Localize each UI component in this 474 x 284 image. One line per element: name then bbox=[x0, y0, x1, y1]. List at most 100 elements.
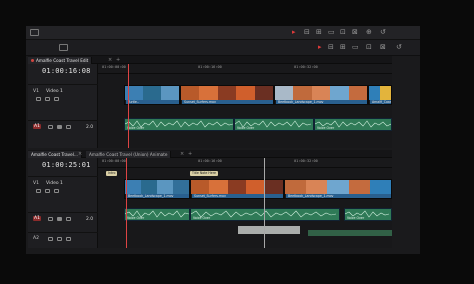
audio-clip[interactable]: Voice Over bbox=[314, 118, 392, 131]
close-tab-icon[interactable]: × bbox=[180, 151, 184, 157]
close-tab-icon[interactable]: × bbox=[108, 57, 112, 63]
clip-name: Voice Over bbox=[347, 216, 365, 220]
track-header-audio: A1 2.0 bbox=[28, 212, 98, 230]
audio-level: 2.0 bbox=[86, 217, 94, 222]
transform-icon[interactable]: ⊞ bbox=[316, 29, 322, 36]
secondary-toolbar: ▸ ⊟ ⊞ ▭ ⊡ ⊠ ↺ bbox=[26, 40, 420, 56]
video-clip[interactable]: Beetbook_Landscape_1.mov bbox=[284, 179, 392, 199]
record-icon-2[interactable]: ▸ bbox=[318, 44, 322, 51]
settings-icon[interactable]: ↺ bbox=[396, 44, 402, 51]
track-label: Video 1 bbox=[46, 181, 63, 186]
clip-name: Voice Over bbox=[127, 126, 145, 130]
audio-clip[interactable]: Voice Over bbox=[344, 208, 392, 221]
close-tab-icon[interactable]: × bbox=[78, 151, 82, 157]
record-icon[interactable]: ▸ bbox=[292, 29, 296, 36]
undo-icon[interactable]: ↺ bbox=[380, 29, 386, 36]
ruler-label: 01:00:00:00 bbox=[102, 159, 126, 163]
tab-timeline[interactable]: Amalfie Coast Travel Edit bbox=[28, 57, 93, 64]
audio-clip[interactable]: Voice Over bbox=[190, 208, 340, 221]
crop-icon[interactable]: ▭ bbox=[328, 29, 335, 36]
timeline-ruler[interactable]: 01:00:00:00 01:00:16:00 01:00:32:00 bbox=[98, 158, 392, 168]
playhead[interactable] bbox=[128, 64, 129, 148]
solo-icon[interactable] bbox=[57, 125, 62, 129]
adjust-icon[interactable]: ⊕ bbox=[366, 29, 372, 36]
audio-level: 2.0 bbox=[86, 125, 94, 130]
tab-label: Amalfie Coast Travel Edit bbox=[36, 58, 89, 63]
timeline-tabbar: Amalfie Coast Travel... × Amalfie Coast … bbox=[28, 150, 392, 158]
tab-label: Amalfie Coast Travel... bbox=[31, 152, 78, 157]
video-clip[interactable]: Beetbook_Landscape_1.mov bbox=[274, 85, 368, 105]
audio-clip[interactable]: Voice Over bbox=[124, 118, 234, 131]
marker-icon[interactable]: ⊡ bbox=[366, 44, 372, 51]
tab-label: Amalfie Coast Travel (Union) Animate bbox=[89, 152, 168, 157]
lock-icon[interactable] bbox=[48, 217, 53, 221]
timeline-panel-lower: Amalfie Coast Travel... × Amalfie Coast … bbox=[28, 150, 392, 248]
app-topbar: ▸ ⊟ ⊞ ▭ ⊡ ⊠ ⊕ ↺ bbox=[26, 26, 420, 40]
mute-icon[interactable] bbox=[66, 217, 71, 221]
solo-icon[interactable] bbox=[57, 217, 62, 221]
record-dot-icon bbox=[31, 58, 34, 62]
grid-icon[interactable] bbox=[59, 44, 68, 51]
video-clip[interactable]: Turtle.. bbox=[124, 85, 180, 105]
link-icon[interactable] bbox=[54, 189, 59, 193]
link-icon[interactable]: ⊞ bbox=[340, 44, 346, 51]
clip-name: Beetbook_Landscape_1.mov bbox=[286, 194, 391, 198]
clip-icon[interactable]: ⊟ bbox=[304, 29, 310, 36]
video-clip[interactable]: Sunset_Surfers.mov bbox=[190, 179, 284, 199]
track-header-audio: A1 2.0 bbox=[28, 120, 98, 140]
solo-icon[interactable] bbox=[57, 237, 62, 241]
mute-icon[interactable] bbox=[66, 237, 71, 241]
clip-name: Beetbook_Landscape_1.mov bbox=[276, 100, 367, 104]
track-id[interactable]: A2 bbox=[33, 236, 39, 241]
timeline-ruler[interactable]: 01:00:00:00 01:00:16:00 01:00:32:00 bbox=[98, 64, 392, 74]
lock-icon[interactable] bbox=[48, 125, 53, 129]
eye-icon[interactable] bbox=[45, 97, 50, 101]
track-label: Video 1 bbox=[46, 89, 63, 94]
audio-clip-faded[interactable] bbox=[308, 230, 392, 236]
track-header-video: V1 Video 1 bbox=[28, 176, 98, 204]
secondary-playhead[interactable] bbox=[264, 158, 265, 248]
add-tab-icon[interactable]: + bbox=[116, 57, 120, 63]
track-header-video: V1 Video 1 bbox=[28, 84, 98, 110]
audio-clip[interactable]: Voice Over bbox=[124, 208, 190, 221]
lock-icon[interactable] bbox=[36, 189, 41, 193]
ruler-label: 01:00:16:00 bbox=[198, 65, 222, 69]
tab-timeline-2[interactable]: Amalfie Coast Travel (Union) Animate bbox=[86, 151, 172, 158]
playhead[interactable] bbox=[126, 158, 127, 248]
clip-name: Voice Over bbox=[237, 126, 255, 130]
clip-name: Amalfi_Coast bbox=[370, 100, 392, 104]
audio-clip[interactable]: Voice Over bbox=[234, 118, 314, 131]
clip-name: Beetbook_Landscape_1.mov bbox=[126, 194, 189, 198]
video-clip[interactable]: Sunset_Surfers.mov bbox=[180, 85, 274, 105]
lock-icon[interactable] bbox=[36, 97, 41, 101]
track-id[interactable]: A1 bbox=[33, 216, 41, 221]
tab-timeline[interactable]: Amalfie Coast Travel... bbox=[28, 151, 82, 158]
link-icon[interactable] bbox=[54, 97, 59, 101]
speed-icon[interactable]: ⊡ bbox=[340, 29, 346, 36]
track-id[interactable]: V1 bbox=[33, 89, 39, 94]
mute-icon[interactable] bbox=[66, 125, 71, 129]
timeline-marker[interactable]: Intro bbox=[106, 171, 118, 176]
track-headers: 01:00:25:01 V1 Video 1 A1 2.0 A2 bbox=[28, 158, 98, 248]
ruler-label: 01:00:32:00 bbox=[294, 65, 318, 69]
window-menu-icon[interactable] bbox=[30, 29, 39, 36]
clip-name: Sunset_Surfers.mov bbox=[192, 194, 283, 198]
clip-name: Turtle.. bbox=[126, 100, 179, 104]
track-id[interactable]: V1 bbox=[33, 181, 39, 186]
video-clip[interactable]: Amalfi_Coast bbox=[368, 85, 392, 105]
blade-icon[interactable]: ⊟ bbox=[328, 44, 334, 51]
add-tab-icon[interactable]: + bbox=[188, 151, 192, 157]
lock-icon[interactable] bbox=[48, 237, 53, 241]
timeline-tabbar: Amalfie Coast Travel Edit × + bbox=[28, 56, 392, 64]
timecode-display: 01:00:25:01 bbox=[42, 161, 91, 169]
audio-icon[interactable]: ⊠ bbox=[352, 29, 358, 36]
track-id[interactable]: A1 bbox=[33, 124, 41, 129]
snap-icon[interactable]: ▭ bbox=[352, 44, 359, 51]
eye-icon[interactable] bbox=[45, 189, 50, 193]
clip-name: Voice Over bbox=[317, 126, 335, 130]
clip-name: Voice Over bbox=[193, 216, 211, 220]
video-clip[interactable]: Beetbook_Landscape_1.mov bbox=[124, 179, 190, 199]
flag-icon[interactable]: ⊠ bbox=[380, 44, 386, 51]
timeline-marker[interactable]: Title Note Here bbox=[190, 171, 218, 176]
audio-clip-muted[interactable] bbox=[238, 226, 300, 234]
